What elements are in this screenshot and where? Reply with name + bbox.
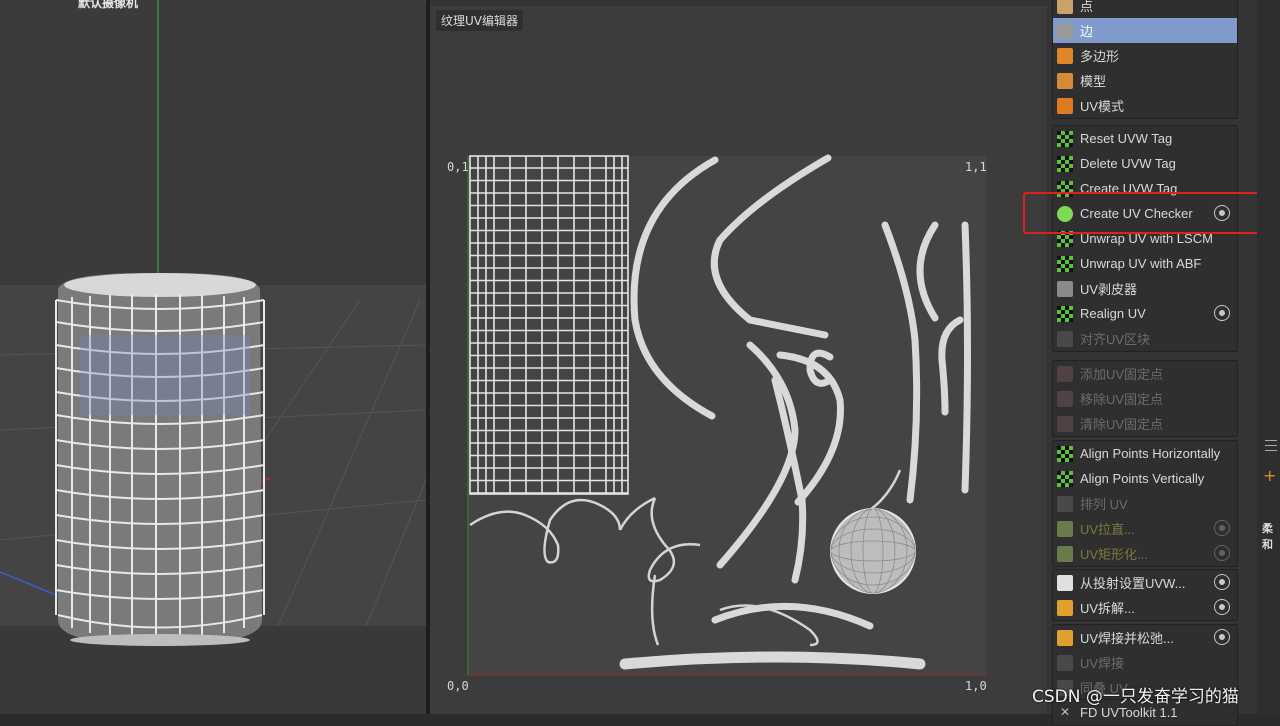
command-label: UV焊接并松弛... (1080, 631, 1174, 646)
straighten-icon (1057, 520, 1073, 537)
command-label: 模型 (1080, 74, 1107, 89)
pin-clear-icon (1057, 415, 1073, 432)
checker-icon (1057, 155, 1073, 172)
uv-corner-top-right: 1,1 (965, 160, 987, 174)
command-unfold-4-1[interactable]: UV拆解... (1053, 595, 1237, 620)
command-straighten-3-3[interactable]: UV拉直... (1053, 516, 1237, 541)
gear-icon[interactable] (1215, 575, 1229, 589)
command-label: Realign UV (1080, 306, 1146, 321)
command-group: 从投射设置UVW... UV拆解... (1052, 569, 1238, 621)
pin-add-icon (1057, 365, 1073, 382)
gear-icon[interactable] (1215, 546, 1229, 560)
command-edge-mode-0-1[interactable]: 边 (1053, 18, 1237, 43)
watermark: CSDN @一只发奋学习的猫 (1032, 687, 1239, 707)
command-checker-1-1[interactable]: Delete UVW Tag (1053, 151, 1237, 176)
command-label: Reset UVW Tag (1080, 131, 1173, 146)
command-label: UV拉直... (1080, 522, 1135, 537)
command-label: Align Points Horizontally (1080, 446, 1221, 461)
align-v-icon (1057, 470, 1073, 487)
gear-icon[interactable] (1215, 306, 1229, 320)
command-label: 清除UV固定点 (1080, 417, 1164, 432)
projection-icon (1057, 574, 1073, 591)
command-weld-5-1[interactable]: UV焊接 (1053, 650, 1237, 675)
uv-corner-top-left: 0,1 (447, 160, 469, 174)
rectangle-icon (1057, 545, 1073, 562)
highlight-box (1023, 192, 1271, 234)
command-label: UV模式 (1080, 99, 1125, 114)
point-mode-icon (1057, 0, 1073, 14)
command-label: 排列 UV (1080, 497, 1128, 512)
command-group: 添加UV固定点 移除UV固定点 清除UV固定点 (1052, 360, 1238, 437)
command-label: 多边形 (1080, 49, 1120, 64)
command-arrange-3-2[interactable]: 排列 UV (1053, 491, 1237, 516)
command-label: Align Points Vertically (1080, 471, 1205, 486)
gear-icon[interactable] (1215, 600, 1229, 614)
command-rectangle-3-4[interactable]: UV矩形化... (1053, 541, 1237, 566)
command-align-h-3-0[interactable]: Align Points Horizontally (1053, 441, 1237, 466)
uv-sphere-island (830, 508, 916, 594)
weld-relax-icon (1057, 629, 1073, 646)
command-projection-4-0[interactable]: 从投射设置UVW... (1053, 570, 1237, 595)
uv-canvas[interactable] (430, 0, 1047, 714)
can-model (55, 272, 265, 646)
uv-mode-icon (1057, 97, 1073, 114)
checker-icon (1057, 130, 1073, 147)
command-pin-clear-2-2[interactable]: 清除UV固定点 (1053, 411, 1237, 436)
command-group: Reset UVW Tag Delete UVW Tag Create UVW Ta… (1052, 125, 1238, 352)
command-label: 添加UV固定点 (1080, 367, 1164, 382)
viewport-scene (0, 0, 426, 714)
command-label: Unwrap UV with ABF (1080, 256, 1202, 271)
right-strip-label: 柔和 (1262, 522, 1273, 551)
command-label: 边 (1080, 24, 1094, 39)
move-tool-icon[interactable]: + (1263, 466, 1276, 485)
realign-icon (1057, 305, 1073, 322)
command-label: 从投射设置UVW... (1080, 576, 1186, 591)
command-pin-remove-2-1[interactable]: 移除UV固定点 (1053, 386, 1237, 411)
command-model-mode-0-3[interactable]: 模型 (1053, 68, 1237, 93)
command-align-island-1-8[interactable]: 对齐UV区块 (1053, 326, 1237, 351)
peeler-icon (1057, 280, 1073, 297)
command-align-v-3-1[interactable]: Align Points Vertically (1053, 466, 1237, 491)
command-uv-mode-0-4[interactable]: UV模式 (1053, 93, 1237, 118)
command-label: UV焊接 (1080, 656, 1125, 671)
edge-mode-icon (1057, 22, 1073, 39)
command-polygon-mode-0-2[interactable]: 多边形 (1053, 43, 1237, 68)
uv-corner-bottom-right: 1,0 (965, 679, 987, 693)
command-checker-1-0[interactable]: Reset UVW Tag (1053, 126, 1237, 151)
arrange-icon (1057, 495, 1073, 512)
camera-label[interactable]: 默认摄像机 (78, 0, 138, 11)
3d-viewport[interactable]: 默认摄像机 (0, 0, 426, 714)
command-label: FD UVToolkit 1.1 (1080, 705, 1178, 720)
command-peeler-1-6[interactable]: UV剥皮器 (1053, 276, 1237, 301)
command-abf-1-5[interactable]: Unwrap UV with ABF (1053, 251, 1237, 276)
polygon-mode-icon (1057, 47, 1073, 64)
command-group: Align Points Horizontally Align Points Ve… (1052, 440, 1238, 567)
align-h-icon (1057, 445, 1073, 462)
gear-icon[interactable] (1215, 630, 1229, 644)
model-mode-icon (1057, 72, 1073, 89)
unfold-icon (1057, 599, 1073, 616)
command-label: Delete UVW Tag (1080, 156, 1176, 171)
command-label: 对齐UV区块 (1080, 332, 1151, 347)
command-label: UV剥皮器 (1080, 282, 1138, 297)
uv-command-panel: 点边多边形 模型 UV模式 Reset UVW Tag Delete UVW Tag Cr… (1047, 0, 1257, 726)
command-pin-add-2-0[interactable]: 添加UV固定点 (1053, 361, 1237, 386)
right-side-strip: + 柔和 (1257, 0, 1280, 714)
command-label: 移除UV固定点 (1080, 392, 1164, 407)
weld-icon (1057, 654, 1073, 671)
abf-icon (1057, 255, 1073, 272)
uv-corner-bottom-left: 0,0 (447, 679, 469, 693)
command-label: UV矩形化... (1080, 547, 1148, 562)
uv-editor[interactable]: 纹理UV编辑器 0,1 1,1 0,0 1,0 (430, 0, 1047, 714)
command-label: 点 (1080, 0, 1094, 14)
uv-editor-tab[interactable]: 纹理UV编辑器 (436, 10, 523, 31)
command-weld-relax-5-0[interactable]: UV焊接并松弛... (1053, 625, 1237, 650)
pin-remove-icon (1057, 390, 1073, 407)
command-group: 点边多边形模型 UV模式 (1052, 0, 1238, 119)
align-island-icon (1057, 330, 1073, 347)
command-label: UV拆解... (1080, 601, 1135, 616)
command-point-mode-0-0[interactable]: 点 (1053, 0, 1237, 18)
gear-icon[interactable] (1215, 521, 1229, 535)
command-realign-1-7[interactable]: Realign UV (1053, 301, 1237, 326)
